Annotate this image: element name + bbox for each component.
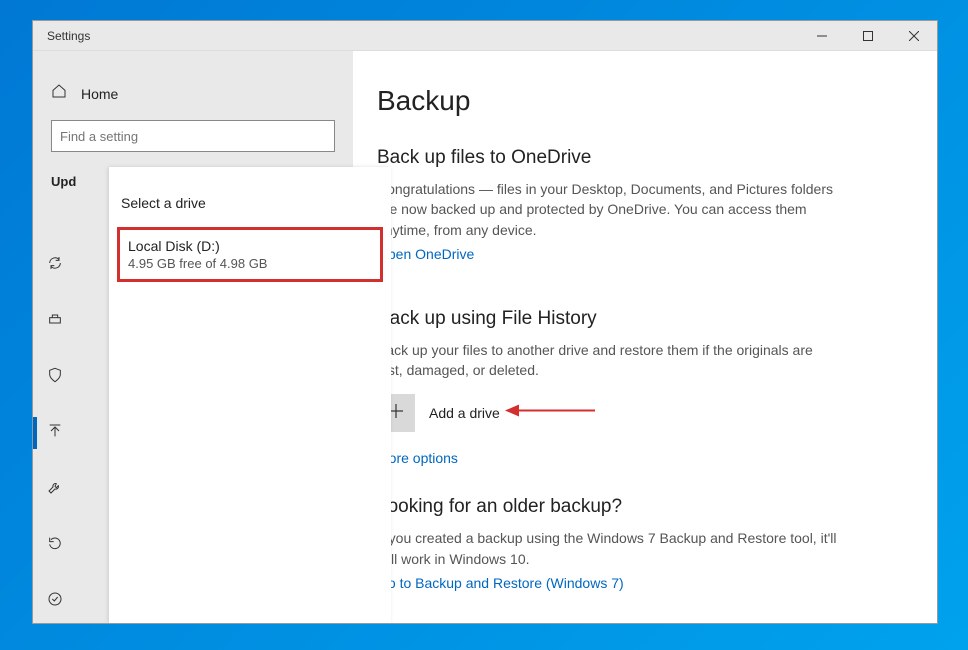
titlebar: Settings xyxy=(33,21,937,51)
onedrive-heading: Back up files to OneDrive xyxy=(377,147,907,169)
recovery-icon xyxy=(47,535,63,556)
nav-windows-security[interactable] xyxy=(33,363,77,391)
home-label: Home xyxy=(81,86,118,102)
search-row xyxy=(33,120,353,168)
flyout-title: Select a drive xyxy=(109,185,391,227)
open-onedrive-link[interactable]: Open OneDrive xyxy=(377,246,474,262)
onedrive-desc: Congratulations — files in your Desktop,… xyxy=(377,179,837,240)
search-input[interactable] xyxy=(51,120,335,152)
delivery-icon xyxy=(47,311,63,332)
filehistory-desc: Back up your files to another drive and … xyxy=(377,340,837,381)
window-title: Settings xyxy=(33,29,799,43)
home-icon xyxy=(51,83,67,104)
filehistory-heading: Back up using File History xyxy=(377,308,907,330)
maximize-button[interactable] xyxy=(845,21,891,51)
older-desc: If you created a backup using the Window… xyxy=(377,528,837,569)
add-drive-label: Add a drive xyxy=(429,405,500,421)
drive-free-space: 4.95 GB free of 4.98 GB xyxy=(128,256,372,271)
nav-activation[interactable] xyxy=(33,587,77,615)
nav-backup[interactable] xyxy=(33,419,77,447)
wrench-icon xyxy=(47,479,63,500)
nav-troubleshoot[interactable] xyxy=(33,475,77,503)
shield-icon xyxy=(47,367,63,388)
minimize-button[interactable] xyxy=(799,21,845,51)
window-controls xyxy=(799,21,937,51)
annotation-arrow xyxy=(505,404,595,423)
drive-option[interactable]: Local Disk (D:) 4.95 GB free of 4.98 GB xyxy=(117,227,383,282)
drive-name: Local Disk (D:) xyxy=(128,238,372,254)
main-content: Backup Back up files to OneDrive Congrat… xyxy=(353,51,937,623)
check-circle-icon xyxy=(47,591,63,612)
sidebar: Home Upd xyxy=(33,51,353,623)
window-body: Home Upd xyxy=(33,51,937,623)
sync-icon xyxy=(47,255,63,276)
nav-delivery-optimization[interactable] xyxy=(33,307,77,335)
page-title: Backup xyxy=(377,85,907,117)
select-drive-flyout: Select a drive Local Disk (D:) 4.95 GB f… xyxy=(109,167,391,623)
close-button[interactable] xyxy=(891,21,937,51)
home-nav[interactable]: Home xyxy=(33,77,353,120)
backup-restore-link[interactable]: Go to Backup and Restore (Windows 7) xyxy=(377,575,624,591)
backup-arrow-up-icon xyxy=(47,423,63,444)
settings-window: Settings Home Upd xyxy=(32,20,938,624)
nav-recovery[interactable] xyxy=(33,531,77,559)
nav-rail xyxy=(33,251,77,623)
older-heading: Looking for an older backup? xyxy=(377,496,907,518)
nav-windows-update[interactable] xyxy=(33,251,77,279)
add-drive-button[interactable]: Add a drive xyxy=(377,394,907,432)
